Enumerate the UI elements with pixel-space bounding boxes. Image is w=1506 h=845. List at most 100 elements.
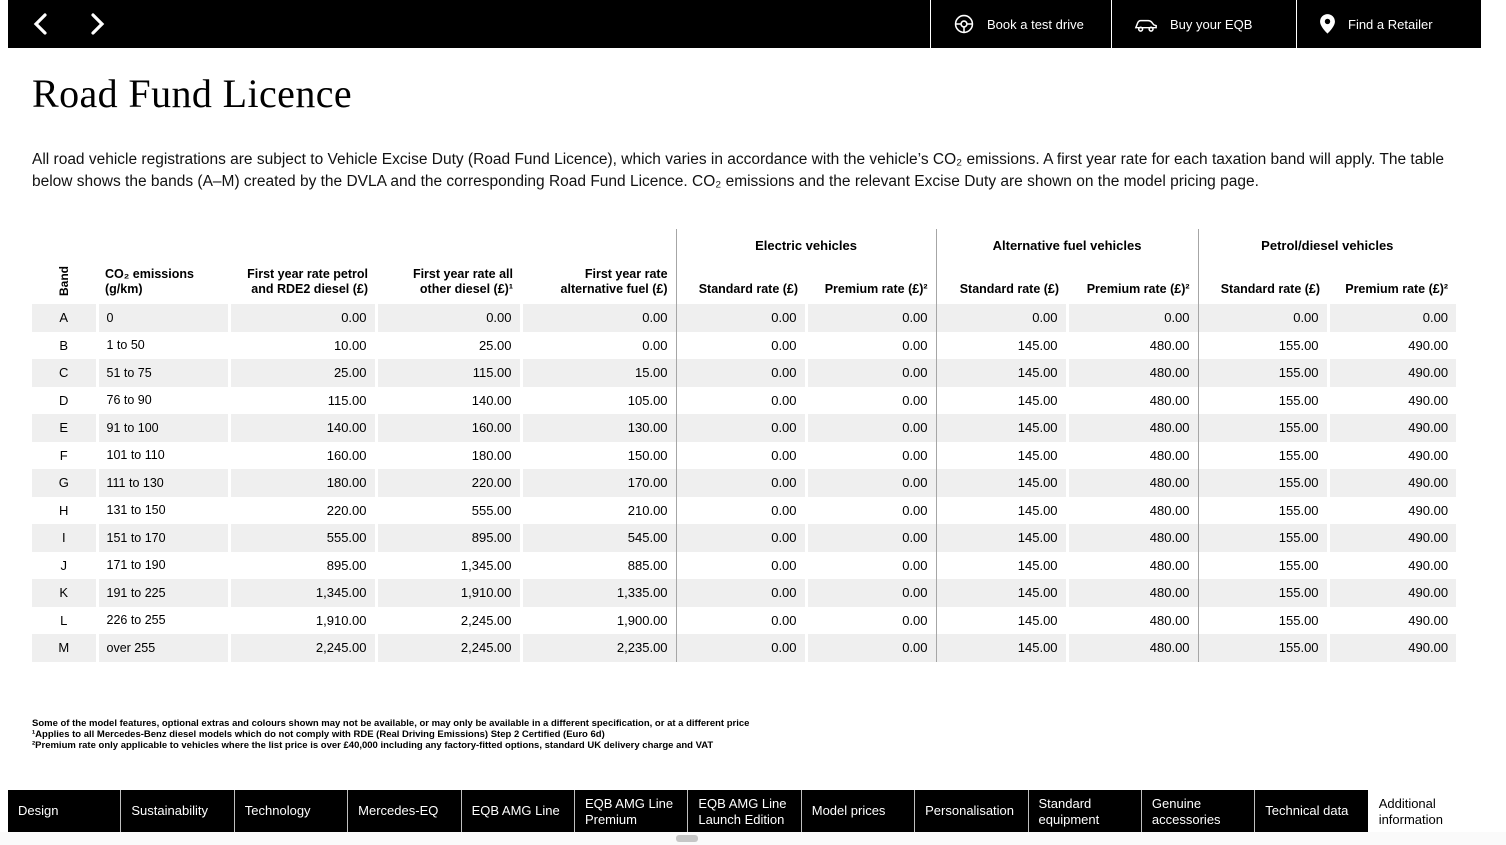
tab-eqb-amg-line-premium[interactable]: EQB AMG Line Premium bbox=[573, 790, 688, 832]
chevron-left-icon bbox=[33, 13, 47, 35]
band-cell: B bbox=[59, 337, 69, 353]
group-header-row: Electric vehicles Alternative fuel vehic… bbox=[32, 229, 1457, 262]
table-cell: 0.00 bbox=[804, 414, 937, 442]
band-cell: E bbox=[32, 414, 97, 442]
table-cell: 895.00 bbox=[227, 551, 376, 579]
tab-additional-information[interactable]: Additional information bbox=[1367, 790, 1482, 832]
band-cell: M bbox=[32, 634, 97, 662]
column-header-row: Band CO₂ emissions (g/km) First year rat… bbox=[32, 262, 1456, 304]
table-cell: 140.00 bbox=[374, 386, 521, 414]
column-header-first-year-alt-fuel: First year rate alternative fuel (£) bbox=[560, 267, 668, 296]
top-bar: Book a test drive Buy your EQB Find a Re… bbox=[8, 0, 1481, 48]
tab-model-prices[interactable]: Model prices bbox=[800, 790, 915, 832]
table-cell: 0.00 bbox=[675, 551, 807, 579]
table-cell: 490.00 bbox=[1326, 551, 1457, 579]
table-cell: 0.00 bbox=[675, 496, 807, 524]
table-cell: 480.00 bbox=[1065, 441, 1199, 469]
table-cell: 885.00 bbox=[519, 551, 677, 579]
table-cell: 160.00 bbox=[227, 441, 376, 469]
table-cell: 490.00 bbox=[1326, 359, 1457, 387]
table-cell: 150.00 bbox=[519, 441, 677, 469]
table-cell: 0.00 bbox=[804, 359, 937, 387]
table-cell: 155.00 bbox=[1197, 551, 1329, 579]
group-header-alternative-fuel: Alternative fuel vehicles bbox=[935, 229, 1199, 262]
table-cell: 480.00 bbox=[1065, 331, 1199, 359]
scrollbar-thumb[interactable] bbox=[676, 835, 698, 842]
table-cell: 145.00 bbox=[935, 469, 1068, 497]
prev-arrow-button[interactable] bbox=[32, 13, 49, 35]
group-header-petrol-diesel: Petrol/diesel vehicles bbox=[1197, 229, 1457, 262]
table-cell: 155.00 bbox=[1197, 579, 1329, 607]
tab-mercedes-eq[interactable]: Mercedes-EQ bbox=[347, 790, 461, 832]
band-cell: C bbox=[32, 359, 97, 387]
table-cell: 151 to 170 bbox=[95, 524, 229, 552]
tab-sustainability[interactable]: Sustainability bbox=[120, 790, 234, 832]
table-cell: 2,245.00 bbox=[374, 634, 521, 662]
buy-eqb-button[interactable]: Buy your EQB bbox=[1111, 0, 1296, 48]
table-cell: 0.00 bbox=[804, 606, 937, 634]
table-cell: 160.00 bbox=[374, 414, 521, 442]
table-cell: 480.00 bbox=[1065, 469, 1199, 497]
table-cell: 155.00 bbox=[1197, 331, 1329, 359]
column-header-pd-standard-rate: Standard rate (£) bbox=[1197, 262, 1329, 304]
tab-technology[interactable]: Technology bbox=[233, 790, 348, 832]
table-cell: 555.00 bbox=[374, 496, 521, 524]
table-cell: 105.00 bbox=[519, 386, 677, 414]
table-cell: 0.00 bbox=[675, 304, 807, 332]
table-cell: 145.00 bbox=[935, 524, 1068, 552]
table-cell: 0.00 bbox=[1326, 304, 1457, 332]
table-cell: 480.00 bbox=[1065, 634, 1199, 662]
table-cell: 0.00 bbox=[804, 496, 937, 524]
table-cell: 101 to 110 bbox=[95, 441, 229, 469]
table-cell: 155.00 bbox=[1197, 469, 1329, 497]
table-cell: 145.00 bbox=[935, 441, 1068, 469]
carousel-nav bbox=[8, 0, 106, 48]
horizontal-scrollbar[interactable] bbox=[0, 832, 1506, 845]
tab-standard-equipment[interactable]: Standard equipment bbox=[1027, 790, 1141, 832]
table-cell: 10.00 bbox=[227, 331, 376, 359]
find-retailer-button[interactable]: Find a Retailer bbox=[1296, 0, 1481, 48]
tab-genuine-accessories[interactable]: Genuine accessories bbox=[1140, 790, 1255, 832]
tab-eqb-amg-line-launch-edition[interactable]: EQB AMG Line Launch Edition bbox=[687, 790, 801, 832]
table-cell: 0.00 bbox=[675, 606, 807, 634]
table-cell: 191 to 225 bbox=[95, 579, 229, 607]
table-cell: 0.00 bbox=[675, 524, 807, 552]
book-test-drive-label: Book a test drive bbox=[987, 16, 1084, 32]
table-cell: 2,235.00 bbox=[519, 634, 677, 662]
column-header-co2-emissions: CO₂ emissions (g/km) bbox=[105, 267, 194, 296]
column-header-ev-premium-rate: Premium rate (£)² bbox=[824, 282, 928, 296]
band-cell: F bbox=[59, 447, 68, 463]
table-cell: 145.00 bbox=[935, 551, 1068, 579]
band-cell: L bbox=[60, 612, 68, 628]
tab-technical-data[interactable]: Technical data bbox=[1254, 790, 1368, 832]
car-icon bbox=[1134, 19, 1157, 32]
table-row: D 76 to 90 115.00 140.00 105.00 0.00 0.00 145.0… bbox=[32, 386, 1457, 414]
table-cell: 490.00 bbox=[1326, 496, 1457, 524]
table-cell: 0.00 bbox=[675, 469, 807, 497]
table-cell: 155.00 bbox=[1197, 524, 1329, 552]
table-cell: 1,910.00 bbox=[374, 579, 521, 607]
tab-design[interactable]: Design bbox=[8, 790, 121, 832]
table-cell: 15.00 bbox=[519, 359, 677, 387]
next-arrow-button[interactable] bbox=[89, 13, 106, 35]
table-cell: 0.00 bbox=[519, 304, 677, 332]
table-cell: 0.00 bbox=[675, 386, 807, 414]
steering-wheel-icon bbox=[954, 14, 974, 34]
find-retailer-label: Find a Retailer bbox=[1348, 16, 1433, 32]
table-cell: 131 to 150 bbox=[95, 496, 229, 524]
table-cell: 145.00 bbox=[935, 579, 1068, 607]
tab-personalisation[interactable]: Personalisation bbox=[914, 790, 1028, 832]
table-cell: 51 to 75 bbox=[95, 359, 229, 387]
table-cell: 0.00 bbox=[227, 304, 376, 332]
band-cell: I bbox=[32, 524, 97, 552]
band-cell: K bbox=[32, 579, 97, 607]
table-cell: 0.00 bbox=[675, 441, 807, 469]
table-cell: 180.00 bbox=[374, 441, 521, 469]
table-row: H 131 to 150 220.00 555.00 210.00 0.00 0.00 145… bbox=[32, 496, 1457, 524]
table-cell: 490.00 bbox=[1326, 386, 1457, 414]
book-test-drive-button[interactable]: Book a test drive bbox=[930, 0, 1111, 48]
table-cell: 210.00 bbox=[519, 496, 677, 524]
road-fund-licence-table: Electric vehicles Alternative fuel vehic… bbox=[32, 229, 1457, 662]
tab-eqb-amg-line[interactable]: EQB AMG Line bbox=[460, 790, 574, 832]
table-cell: 0.00 bbox=[675, 359, 807, 387]
